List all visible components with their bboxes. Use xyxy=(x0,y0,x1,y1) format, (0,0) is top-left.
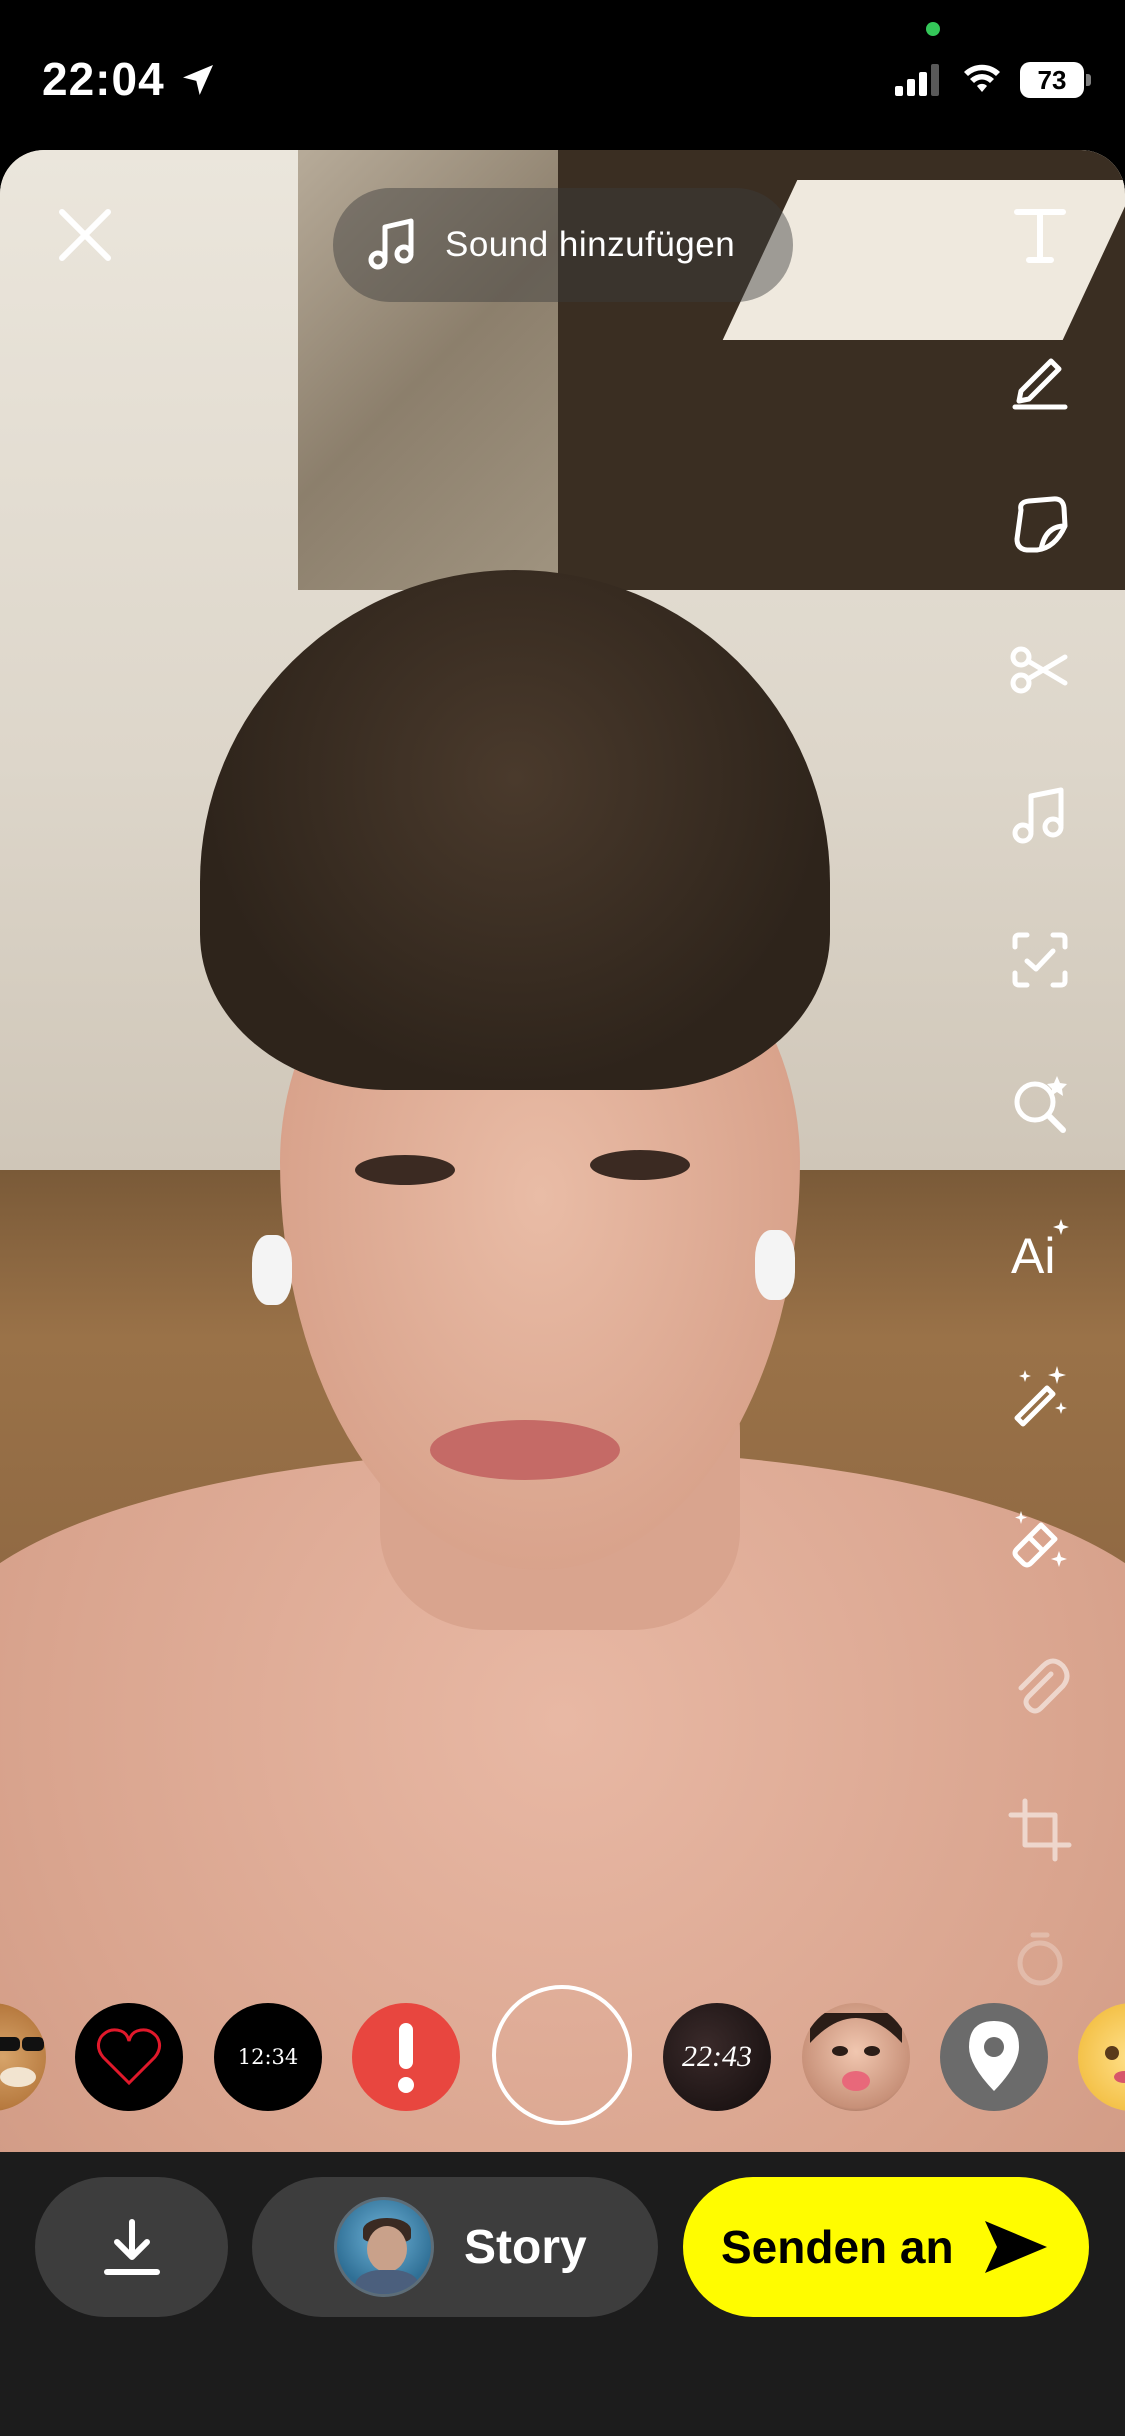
download-icon xyxy=(103,2219,160,2275)
search-lens-tool[interactable] xyxy=(995,1060,1085,1150)
sticker-clock-1[interactable]: 12:34 xyxy=(214,2003,322,2111)
bitmoji-avatar xyxy=(334,2197,434,2297)
magic-eraser-icon xyxy=(1012,1511,1067,1568)
add-sound-label: Sound hinzufügen xyxy=(445,225,736,264)
wifi-icon xyxy=(964,64,1000,92)
sticker-clock-2-text: 22:43 xyxy=(682,2040,752,2073)
battery-icon: 73 xyxy=(1020,60,1092,100)
battery-level: 73 xyxy=(1020,62,1084,98)
photo-left-earbud xyxy=(252,1235,292,1305)
send-to-label: Senden an xyxy=(721,2221,954,2273)
sticker-clock-2[interactable]: 22:43 xyxy=(663,2003,771,2111)
location-arrow-icon xyxy=(183,65,213,95)
sticker-clock-1-text: 12:34 xyxy=(237,2045,299,2069)
story-label: Story xyxy=(464,2220,587,2274)
sticker-face[interactable] xyxy=(802,2003,910,2111)
avatar-body xyxy=(355,2270,419,2294)
eraser-tool[interactable] xyxy=(995,1495,1085,1585)
story-button[interactable]: Story xyxy=(252,2177,658,2317)
sticker-exclamation[interactable] xyxy=(352,2003,460,2111)
sticker-dog-sunglasses[interactable] xyxy=(0,2003,46,2111)
magic-wand-tool[interactable] xyxy=(995,1350,1085,1440)
face-sticker-image xyxy=(810,2013,902,2091)
send-arrow-icon xyxy=(985,2221,1047,2273)
scissors-tool[interactable] xyxy=(995,625,1085,715)
music-note-icon xyxy=(368,218,414,270)
scan-icon xyxy=(1012,932,1068,988)
sticker-icon xyxy=(1014,496,1068,553)
bottom-action-bar: Story Senden an xyxy=(0,2152,1125,2436)
emoji-face-image xyxy=(1105,2046,1125,2083)
ai-tool[interactable]: Ai xyxy=(995,1205,1085,1295)
sticker-location[interactable] xyxy=(940,2003,1048,2111)
avatar-head xyxy=(367,2226,407,2272)
text-icon xyxy=(1014,209,1066,263)
sticker-tool[interactable] xyxy=(995,480,1085,570)
selected-sticker-slot[interactable] xyxy=(492,1985,632,2125)
pencil-icon xyxy=(1012,358,1068,410)
dog-sunglasses-image xyxy=(0,2037,44,2087)
send-to-button[interactable]: Senden an xyxy=(683,2177,1089,2317)
timer-icon xyxy=(1017,1932,1063,1986)
attachment-tool[interactable] xyxy=(995,1640,1085,1730)
svg-text:Ai: Ai xyxy=(1011,1228,1055,1283)
photo-lips xyxy=(430,1420,620,1480)
ai-icon: Ai xyxy=(1011,1219,1069,1283)
sticker-heart[interactable] xyxy=(75,2003,183,2111)
search-star-icon xyxy=(1014,1076,1067,1133)
photo-left-eye xyxy=(355,1155,455,1185)
status-bar: 22:04 73 xyxy=(0,0,1125,150)
sticker-emoji[interactable] xyxy=(1078,2003,1125,2111)
save-button[interactable] xyxy=(35,2177,228,2317)
scissors-icon xyxy=(1010,646,1068,694)
camera-in-use-indicator xyxy=(926,22,940,36)
photo-right-earbud xyxy=(755,1230,795,1300)
crop-icon xyxy=(1008,1798,1072,1862)
crop-tool[interactable] xyxy=(995,1785,1085,1875)
close-icon[interactable] xyxy=(50,200,120,270)
snap-photo[interactable] xyxy=(0,150,1125,2160)
magic-wand-icon xyxy=(1014,1366,1067,1427)
cellular-signal-icon xyxy=(895,64,939,96)
photo-right-eye xyxy=(590,1150,690,1180)
lens-scan-tool[interactable] xyxy=(995,915,1085,1005)
snap-editor-screen: 22:04 73 Sound hinzufügen Ai 12:34 22:43… xyxy=(0,0,1125,2436)
paperclip-icon xyxy=(1018,1658,1070,1714)
draw-tool[interactable] xyxy=(995,335,1085,425)
text-tool[interactable] xyxy=(995,190,1085,280)
status-time: 22:04 xyxy=(42,53,165,105)
heart-outline-icon xyxy=(96,2028,162,2086)
location-pin-icon xyxy=(969,2021,1019,2091)
sticker-carousel: 12:34 22:43 xyxy=(0,1985,1125,2125)
battery-cap xyxy=(1086,74,1091,86)
music-tool[interactable] xyxy=(995,770,1085,860)
music-note-icon xyxy=(1012,787,1064,844)
exclamation-icon xyxy=(398,2023,414,2093)
add-sound-button[interactable]: Sound hinzufügen xyxy=(333,188,793,302)
